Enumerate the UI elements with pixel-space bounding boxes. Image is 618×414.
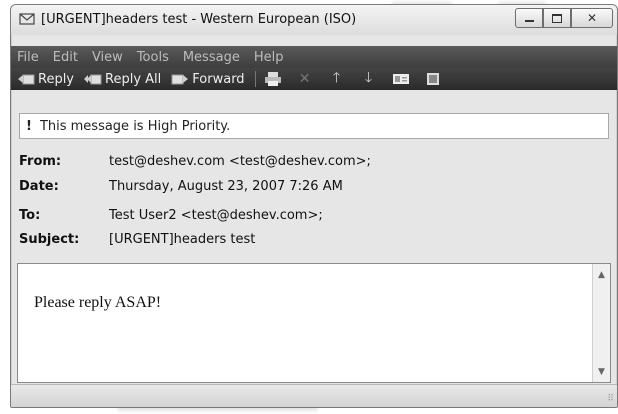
delete-button[interactable]: ✕	[296, 71, 314, 87]
window-title: [URGENT]headers test - Western European …	[41, 12, 357, 27]
reply-all-button[interactable]: Reply All	[84, 72, 161, 87]
reply-label: Reply	[38, 71, 75, 87]
reply-button[interactable]: Reply	[17, 72, 74, 87]
minimize-icon	[524, 20, 534, 22]
header-from: From: test@deshev.com <test@deshev.com>;	[19, 154, 371, 169]
vertical-scrollbar[interactable]: ▲ ▼	[592, 264, 610, 382]
priority-bar: ! This message is High Priority.	[19, 113, 609, 139]
date-value: Thursday, August 23, 2007 7:26 AM	[109, 179, 343, 194]
next-icon: 🡓	[364, 70, 373, 86]
previous-icon: 🡑	[332, 70, 341, 86]
next-button[interactable]: 🡓	[360, 70, 378, 87]
scroll-up-icon: ▲	[598, 269, 605, 280]
to-label: To:	[19, 208, 41, 223]
menu-help[interactable]: Help	[254, 50, 284, 65]
status-bar: ⠿	[11, 384, 617, 407]
message-body-pane[interactable]: Please reply ASAP! ▲ ▼	[17, 263, 611, 383]
forward-label: Forward	[192, 71, 245, 87]
toolbar-separator	[254, 71, 256, 87]
header-to: To: Test User2 <test@deshev.com>;	[19, 208, 323, 223]
menu-bar: File Edit View Tools Message Help	[11, 46, 617, 68]
resize-grip-icon[interactable]: ⠿	[607, 394, 614, 404]
delete-icon: ✕	[298, 71, 311, 87]
maximize-button[interactable]	[543, 8, 571, 28]
maximize-icon	[552, 13, 562, 23]
messages-icon	[426, 73, 439, 85]
printer-icon	[264, 72, 281, 86]
title-bar[interactable]: [URGENT]headers test - Western European …	[11, 5, 617, 35]
to-value[interactable]: Test User2 <test@deshev.com>;	[109, 208, 323, 223]
header-date: Date: Thursday, August 23, 2007 7:26 AM	[19, 179, 343, 194]
subject-value: [URGENT]headers test	[109, 232, 256, 247]
subject-label: Subject:	[19, 232, 80, 247]
toolbar: Reply Reply All Forward ✕ 🡑 🡓	[11, 68, 617, 90]
previous-button[interactable]: 🡑	[328, 70, 346, 87]
menu-edit[interactable]: Edit	[53, 50, 78, 65]
scroll-up-button[interactable]: ▲	[593, 266, 610, 283]
addresses-icon	[392, 74, 409, 84]
scroll-down-icon: ▼	[598, 366, 605, 377]
reply-icon	[18, 74, 35, 85]
scroll-down-button[interactable]: ▼	[593, 363, 610, 380]
priority-text: This message is High Priority.	[39, 118, 231, 134]
from-value[interactable]: test@deshev.com <test@deshev.com>;	[109, 154, 371, 169]
menu-view[interactable]: View	[92, 50, 123, 65]
menu-tools[interactable]: Tools	[137, 50, 169, 65]
envelope-icon	[19, 13, 35, 25]
addresses-button[interactable]	[392, 71, 410, 87]
menu-file[interactable]: File	[17, 50, 39, 65]
print-button[interactable]	[264, 71, 282, 87]
message-body-text: Please reply ASAP!	[34, 294, 162, 311]
message-window: [URGENT]headers test - Western European …	[10, 4, 618, 408]
messages-button[interactable]	[424, 71, 442, 87]
minimize-button[interactable]	[515, 8, 543, 28]
header-subject: Subject: [URGENT]headers test	[19, 232, 255, 247]
window-controls: ✕	[515, 8, 613, 28]
close-icon: ✕	[586, 11, 598, 25]
menu-message[interactable]: Message	[183, 50, 240, 65]
reply-all-icon	[84, 74, 102, 85]
reply-all-label: Reply All	[105, 71, 162, 87]
close-button[interactable]: ✕	[571, 8, 613, 28]
priority-icon: !	[26, 118, 32, 134]
date-label: Date:	[19, 179, 59, 194]
forward-button[interactable]: Forward	[171, 71, 245, 87]
from-label: From:	[19, 154, 62, 169]
forward-icon	[171, 74, 189, 85]
